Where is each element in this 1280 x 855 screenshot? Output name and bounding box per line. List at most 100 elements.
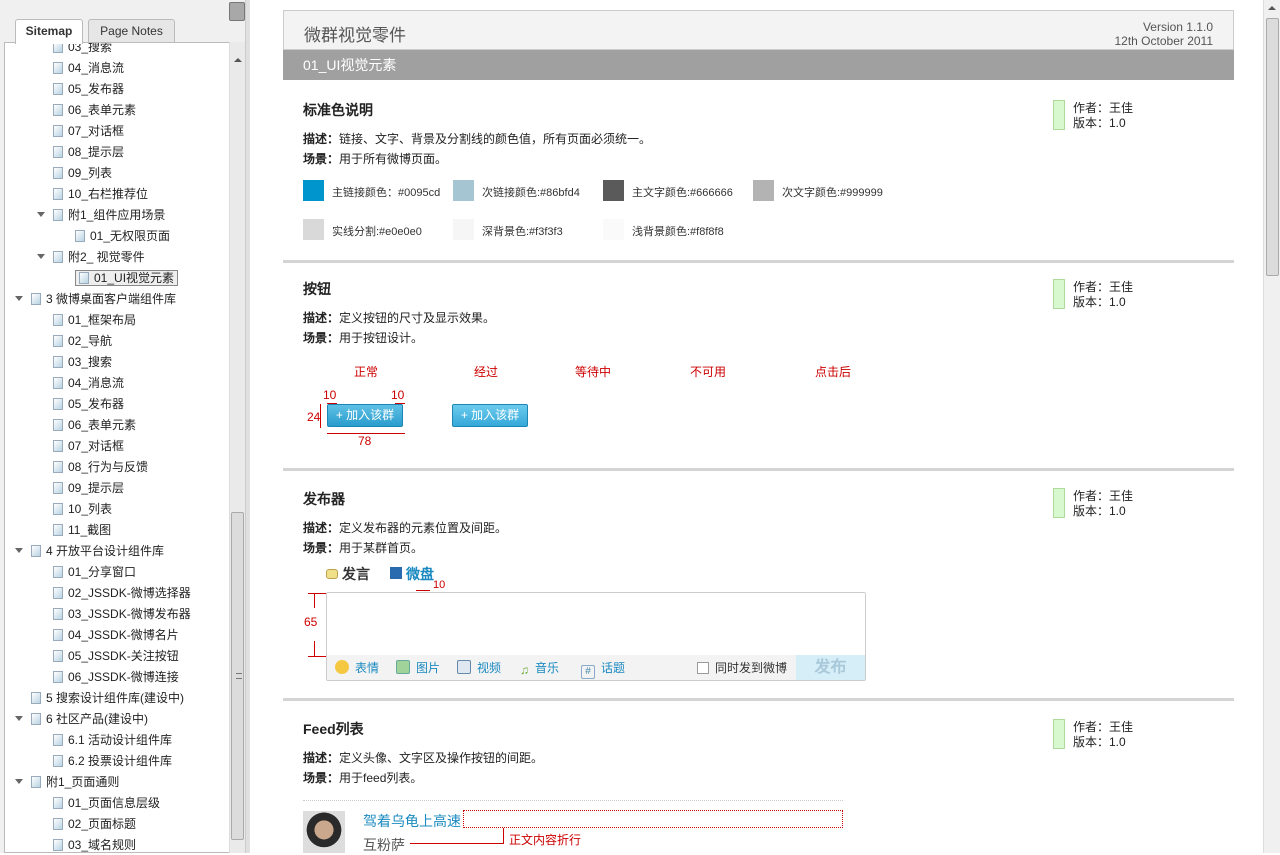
avatar[interactable] (303, 811, 345, 853)
page-icon (53, 650, 63, 662)
section-scene: 用于某群首页。 (339, 541, 424, 555)
sitemap-item[interactable]: 03_域名规则 (53, 835, 136, 852)
sitemap-item[interactable]: 5 搜索设计组件库(建设中) (31, 688, 184, 708)
sitemap-item[interactable]: 6.2 投票设计组件库 (53, 751, 172, 771)
author-info: 作者：王佳 版本：1.0 (1073, 101, 1134, 130)
page-icon (53, 209, 63, 221)
sitemap-item[interactable]: 01_页面信息层级 (53, 793, 160, 813)
color-label: 次文字颜色:#999999 (782, 187, 883, 199)
divider (283, 468, 1234, 471)
sitemap-item[interactable]: 06_JSSDK-微博连接 (53, 667, 179, 687)
sitemap-item[interactable]: 03_搜索 (53, 352, 112, 372)
page-icon (53, 146, 63, 158)
page-icon (53, 335, 63, 347)
sitemap-item[interactable]: 01_框架布局 (53, 310, 136, 330)
sitemap-item[interactable]: 06_表单元素 (53, 100, 136, 120)
scrollbar-thumb[interactable] (231, 512, 244, 840)
tool-emoticon[interactable]: 表情 (335, 659, 379, 676)
page-icon (53, 839, 63, 851)
collapse-button[interactable] (229, 2, 245, 21)
sitemap-item[interactable]: 01_无权限页面 (75, 226, 170, 246)
page-icon (31, 692, 41, 704)
color-label: 主链接颜色：#0095cd (332, 187, 441, 199)
sitemap-item[interactable]: 02_页面标题 (53, 814, 136, 834)
sitemap-item[interactable]: 附2_ 视觉零件 (37, 247, 145, 267)
section-scene: 用于feed列表。 (339, 771, 423, 785)
expand-toggle-icon[interactable] (15, 716, 23, 721)
sitemap-item[interactable]: 07_对话框 (53, 436, 124, 456)
sitemap-item[interactable]: 07_对话框 (53, 121, 124, 141)
expand-toggle-icon[interactable] (15, 296, 23, 301)
scrollbar-thumb[interactable] (1266, 18, 1279, 276)
sitemap-item[interactable]: 05_发布器 (53, 79, 124, 99)
page-header: 微群视觉零件 Version 1.1.0 12th October 2011 (283, 10, 1234, 50)
sitemap-item[interactable]: 附1_页面通则 (15, 772, 119, 792)
scroll-up-icon[interactable] (234, 58, 242, 62)
tool-image[interactable]: 图片 (396, 659, 440, 676)
tool-music[interactable]: ♫ 音乐 (520, 659, 559, 677)
sitemap-item[interactable]: 08_行为与反馈 (53, 457, 148, 477)
post-textarea[interactable] (327, 593, 865, 656)
main-scrollbar[interactable] (1263, 0, 1280, 853)
sitemap-item[interactable]: 05_JSSDK-关注按钮 (53, 646, 179, 666)
sitemap-item[interactable]: 08_提示层 (53, 142, 124, 162)
tab-page-notes[interactable]: Page Notes (88, 19, 175, 43)
feed-username[interactable]: 驾着乌龟上高速 (363, 811, 461, 831)
sitemap-item[interactable]: 02_JSSDK-微博选择器 (53, 583, 191, 603)
page-icon (53, 566, 63, 578)
sitemap-item[interactable]: 01_UI视觉元素 (75, 268, 179, 288)
sitemap-item[interactable]: 03_搜索 (53, 43, 112, 57)
page-icon (53, 818, 63, 830)
page-icon (53, 608, 63, 620)
expand-toggle-icon[interactable] (15, 779, 23, 784)
sync-weibo-checkbox[interactable]: 同时发到微博 (697, 659, 787, 676)
sitemap-item[interactable]: 3 微博桌面客户端组件库 (15, 289, 176, 309)
page-icon (53, 524, 63, 536)
sitemap-item[interactable]: 04_JSSDK-微博名片 (53, 625, 179, 645)
sitemap-item[interactable]: 4 开放平台设计组件库 (15, 541, 164, 561)
tab-post[interactable]: 发言 (326, 564, 370, 584)
tab-sitemap[interactable]: Sitemap (15, 19, 83, 44)
tool-video[interactable]: 视频 (457, 659, 501, 676)
tool-topic[interactable]: # 话题 (581, 659, 625, 679)
expand-toggle-icon[interactable] (37, 212, 45, 217)
scroll-up-icon[interactable] (1268, 6, 1276, 10)
sitemap-item[interactable]: 附1_组件应用场景 (37, 205, 165, 225)
sitemap-item[interactable]: 04_消息流 (53, 58, 124, 78)
panel-splitter[interactable] (245, 0, 250, 853)
hashtag-icon: # (581, 665, 595, 679)
tab-weipan[interactable]: 微盘 (390, 564, 434, 584)
sitemap-item[interactable]: 11_截图 (53, 520, 111, 540)
color-label: 深背景色:#f3f3f3 (482, 226, 563, 238)
sitemap-scrollbar[interactable] (229, 42, 245, 853)
sitemap-item[interactable]: 03_JSSDK-微博发布器 (53, 604, 191, 624)
sitemap-item[interactable]: 05_发布器 (53, 394, 124, 414)
feed-text: 互粉萨 (363, 837, 405, 853)
sitemap-item[interactable]: 06_表单元素 (53, 415, 136, 435)
page-icon (31, 776, 41, 788)
sitemap-item[interactable]: 10_列表 (53, 499, 112, 519)
join-group-button-hover[interactable]: + 加入该群 (452, 404, 528, 427)
color-swatch (303, 180, 324, 201)
sitemap-item[interactable]: 6 社区产品(建设中) (15, 709, 148, 729)
sitemap-item[interactable]: 01_分享窗口 (53, 562, 136, 582)
sitemap-item[interactable]: 02_导航 (53, 331, 112, 351)
expand-toggle-icon[interactable] (37, 254, 45, 259)
page-icon (31, 293, 41, 305)
sitemap-item[interactable]: 09_提示层 (53, 478, 124, 498)
expand-toggle-icon[interactable] (15, 548, 23, 553)
page-icon (31, 545, 41, 557)
join-group-button-normal[interactable]: + 加入该群 (327, 404, 403, 427)
page-icon (75, 230, 85, 242)
sitemap-item[interactable]: 6.1 活动设计组件库 (53, 730, 172, 750)
send-button[interactable]: 发布 (796, 655, 865, 680)
sitemap-panel: Sitemap Page Notes 03_搜索 04_消息流 05_发布器 06_表… (0, 0, 245, 853)
color-swatch (603, 180, 624, 201)
color-swatch (303, 219, 324, 240)
state-label: 正常 (354, 365, 379, 379)
state-label: 经过 (474, 365, 499, 379)
sitemap-item[interactable]: 09_列表 (53, 163, 112, 183)
sitemap-item[interactable]: 10_右栏推荐位 (53, 184, 148, 204)
page-icon (53, 188, 63, 200)
sitemap-item[interactable]: 04_消息流 (53, 373, 124, 393)
